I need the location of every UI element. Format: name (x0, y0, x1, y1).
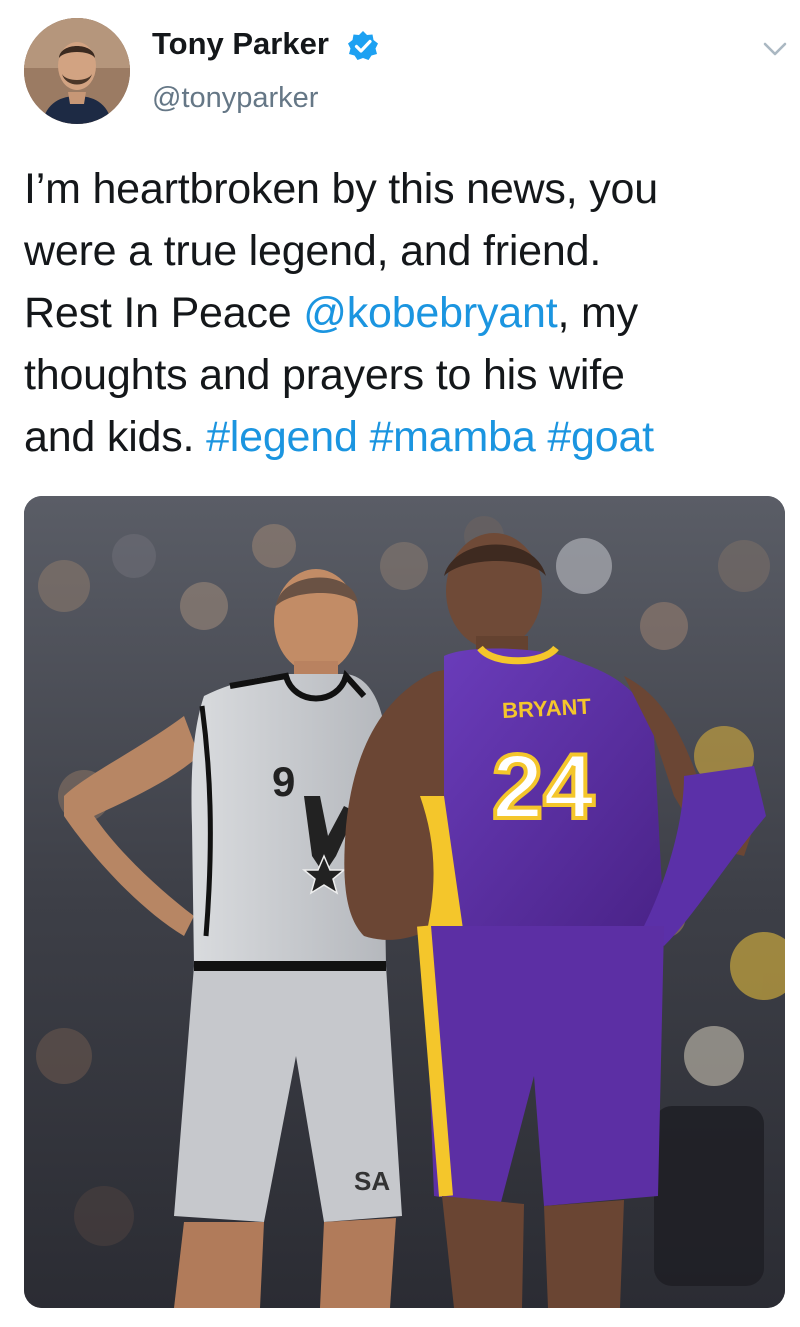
tweet-photo[interactable]: 9 SA BRYANT 24 (24, 496, 785, 1308)
right-jersey-name: BRYANT (501, 694, 592, 724)
hashtag-link-mamba[interactable]: #mamba (369, 413, 535, 461)
tweet-line: and kids. #legend #mamba #goat (24, 406, 784, 468)
tweet-text-segment: Rest In Peace (24, 289, 304, 337)
verified-badge-icon (348, 31, 378, 60)
hashtag-link-goat[interactable]: #goat (547, 413, 654, 461)
tweet-text-segment: thoughts and prayers to his wife (24, 351, 625, 399)
avatar-image (24, 18, 130, 124)
author-avatar[interactable] (24, 18, 130, 124)
chevron-down-icon[interactable] (760, 38, 790, 60)
left-jersey-number: 9 (272, 758, 295, 805)
tweet-text-space (536, 413, 548, 461)
photo-image: 9 SA BRYANT 24 (24, 496, 785, 1308)
tweet-line: thoughts and prayers to his wife (24, 344, 784, 406)
hashtag-link-legend[interactable]: #legend (206, 413, 358, 461)
tweet-text-segment: I’m heartbroken by this news, you (24, 165, 658, 213)
author-handle[interactable]: @tonyparker (152, 82, 318, 115)
tweet-text-space (358, 413, 370, 461)
tweet-text: I’m heartbroken by this news, you were a… (24, 158, 784, 468)
tweet-line: Rest In Peace @kobebryant, my (24, 282, 784, 344)
mention-link-kobebryant[interactable]: @kobebryant (303, 289, 557, 337)
author-display-name[interactable]: Tony Parker (152, 26, 329, 62)
shorts-logo: SA (354, 1166, 390, 1196)
tweet-line: I’m heartbroken by this news, you (24, 158, 784, 220)
right-jersey-number: 24 (492, 736, 594, 838)
tweet-text-segment: were a true legend, and friend. (24, 227, 602, 275)
tweet-line: were a true legend, and friend. (24, 220, 784, 282)
tweet-text-segment: , my (557, 289, 638, 337)
tweet-card: Tony Parker @tonyparker I’m heartbroken … (0, 0, 800, 1327)
tweet-text-segment: and kids. (24, 413, 207, 461)
